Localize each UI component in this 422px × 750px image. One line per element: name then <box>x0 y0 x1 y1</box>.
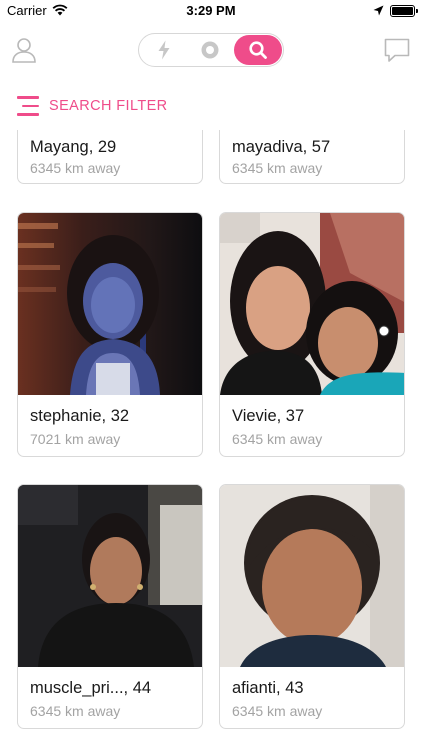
flash-icon <box>158 40 170 60</box>
profile-name: mayadiva, 57 <box>232 138 331 156</box>
profile-photo <box>220 485 404 667</box>
search-filter-label: SEARCH FILTER <box>49 98 168 114</box>
segment-search[interactable] <box>234 35 282 65</box>
profile-name: afianti, 43 <box>232 679 304 697</box>
profile-distance: 7021 km away <box>30 431 121 447</box>
search-icon <box>249 41 267 59</box>
circle-icon <box>201 41 219 59</box>
profile-name: Mayang, 29 <box>30 138 117 156</box>
profile-photo <box>18 213 202 395</box>
segment-circle[interactable] <box>191 34 229 66</box>
battery-icon <box>390 5 418 17</box>
mode-segmented-control <box>138 33 284 67</box>
filter-lines-icon <box>17 95 41 117</box>
profile-photo <box>220 213 404 395</box>
profile-card[interactable]: afianti, 43 6345 km away <box>219 484 405 729</box>
profile-card[interactable]: Mayang, 29 6345 km away <box>17 130 203 184</box>
status-bar: Carrier 3:29 PM <box>0 0 422 22</box>
profile-distance: 6345 km away <box>232 431 323 447</box>
profile-distance: 6345 km away <box>30 160 121 176</box>
profile-distance: 6345 km away <box>30 703 121 719</box>
clock: 3:29 PM <box>186 3 236 18</box>
profile-card[interactable]: mayadiva, 57 6345 km away <box>219 130 405 184</box>
profile-name: stephanie, 32 <box>30 407 130 425</box>
messages-button[interactable] <box>383 36 411 64</box>
search-filter-button[interactable]: SEARCH FILTER <box>17 94 168 118</box>
profile-name: muscle_pri..., 44 <box>30 679 152 697</box>
top-navigation <box>0 28 422 74</box>
profile-photo <box>18 485 202 667</box>
profile-card[interactable]: Vievie, 37 6345 km away <box>219 212 405 457</box>
location-arrow-icon <box>373 5 384 16</box>
chat-bubble-icon <box>384 38 410 62</box>
profile-card[interactable]: muscle_pri..., 44 6345 km away <box>17 484 203 729</box>
profile-button[interactable] <box>10 36 38 64</box>
profile-distance: 6345 km away <box>232 703 323 719</box>
user-profile-icon <box>12 38 36 63</box>
profile-distance: 6345 km away <box>232 160 323 176</box>
segment-flash[interactable] <box>145 34 183 66</box>
profile-card[interactable]: stephanie, 32 7021 km away <box>17 212 203 457</box>
profile-name: Vievie, 37 <box>232 407 305 425</box>
profile-grid: Mayang, 29 6345 km away mayadiva, 57 634… <box>0 130 422 750</box>
